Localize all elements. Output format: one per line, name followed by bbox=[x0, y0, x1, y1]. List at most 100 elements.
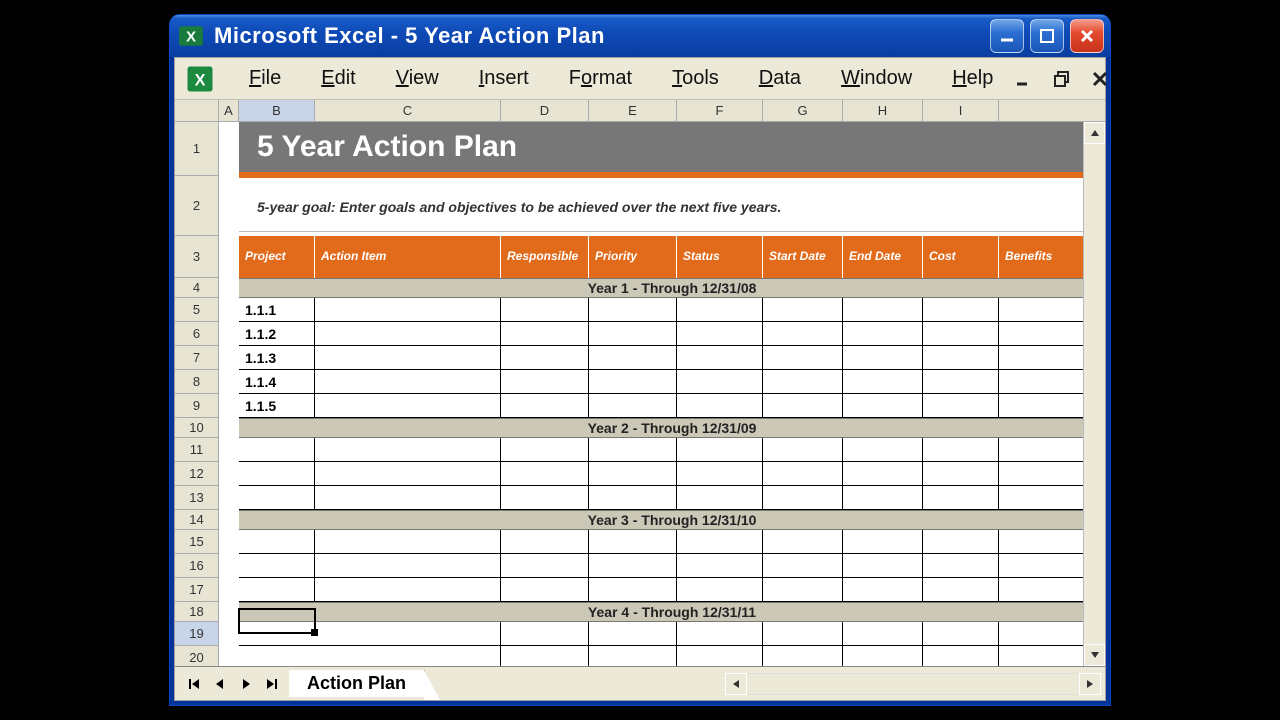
row-header[interactable]: 18 bbox=[175, 602, 218, 622]
row-header[interactable]: 12 bbox=[175, 462, 218, 486]
tab-nav-prev-button[interactable] bbox=[207, 671, 233, 697]
scroll-track[interactable] bbox=[747, 673, 1079, 695]
row-header[interactable]: 7 bbox=[175, 346, 218, 370]
row-header[interactable]: 17 bbox=[175, 578, 218, 602]
workspace: X File Edit View Insert Format Tools Dat… bbox=[174, 57, 1106, 701]
col-header-F[interactable]: F bbox=[677, 100, 763, 121]
minimize-button[interactable] bbox=[990, 19, 1024, 53]
menu-data[interactable]: Data bbox=[739, 63, 821, 94]
hdr-status: Status bbox=[677, 236, 763, 278]
tab-nav-first-button[interactable] bbox=[181, 671, 207, 697]
maximize-button[interactable] bbox=[1030, 19, 1064, 53]
col-header-A[interactable]: A bbox=[219, 100, 239, 121]
table-row: 1.1.2 bbox=[239, 322, 1105, 346]
row-header[interactable]: 2 bbox=[175, 176, 218, 236]
row-header[interactable]: 14 bbox=[175, 510, 218, 530]
col-header-D[interactable]: D bbox=[501, 100, 589, 121]
scroll-down-button[interactable] bbox=[1084, 644, 1105, 666]
menu-view[interactable]: View bbox=[376, 63, 459, 94]
app-window: X Microsoft Excel - 5 Year Action Plan X… bbox=[170, 15, 1110, 705]
mdi-close-button[interactable] bbox=[1089, 68, 1111, 90]
close-button[interactable] bbox=[1070, 19, 1104, 53]
hdr-priority: Priority bbox=[589, 236, 677, 278]
table-row bbox=[239, 486, 1105, 510]
row-header[interactable]: 20 bbox=[175, 646, 218, 666]
vertical-scrollbar[interactable] bbox=[1083, 122, 1105, 666]
horizontal-scrollbar[interactable] bbox=[725, 673, 1105, 695]
table-row: 1.1.1 bbox=[239, 298, 1105, 322]
col-header-E[interactable]: E bbox=[589, 100, 677, 121]
menubar: X File Edit View Insert Format Tools Dat… bbox=[175, 58, 1105, 100]
scroll-up-button[interactable] bbox=[1084, 122, 1105, 144]
menu-insert[interactable]: Insert bbox=[459, 63, 549, 94]
scroll-left-button[interactable] bbox=[725, 673, 747, 695]
svg-text:X: X bbox=[195, 71, 206, 89]
table-row bbox=[239, 530, 1105, 554]
menu-file[interactable]: File bbox=[229, 63, 301, 94]
table-row bbox=[239, 438, 1105, 462]
year-3-header: Year 3 - Through 12/31/10 bbox=[239, 510, 1105, 530]
col-header-C[interactable]: C bbox=[315, 100, 501, 121]
row-header[interactable]: 9 bbox=[175, 394, 218, 418]
hdr-project: Project bbox=[239, 236, 315, 278]
table-row: 1.1.5 bbox=[239, 394, 1105, 418]
row-header[interactable]: 10 bbox=[175, 418, 218, 438]
row-header[interactable]: 19 bbox=[175, 622, 218, 646]
svg-text:X: X bbox=[186, 28, 196, 45]
select-all-cell[interactable] bbox=[175, 100, 219, 121]
cells-area[interactable]: 5 Year Action Plan 5-year goal: Enter go… bbox=[219, 122, 1105, 666]
mdi-restore-button[interactable] bbox=[1051, 68, 1073, 90]
row-header[interactable]: 4 bbox=[175, 278, 218, 298]
titlebar: X Microsoft Excel - 5 Year Action Plan bbox=[170, 15, 1110, 57]
row-header[interactable]: 13 bbox=[175, 486, 218, 510]
table-headers: Project Action Item Responsible Priority… bbox=[239, 236, 1105, 278]
hdr-start-date: Start Date bbox=[763, 236, 843, 278]
year-4-header: Year 4 - Through 12/31/11 bbox=[239, 602, 1105, 622]
row-headers: 1 2 3 4 5 6 7 8 9 10 11 12 13 14 15 16 1 bbox=[175, 122, 219, 666]
year-1-header: Year 1 - Through 12/31/08 bbox=[239, 278, 1105, 298]
hdr-responsible: Responsible bbox=[501, 236, 589, 278]
column-headers: A B C D E F G H I bbox=[175, 100, 1105, 122]
row-header[interactable]: 16 bbox=[175, 554, 218, 578]
table-row: 1.1.4 bbox=[239, 370, 1105, 394]
mdi-minimize-button[interactable] bbox=[1013, 68, 1035, 90]
menu-help[interactable]: Help bbox=[932, 63, 1013, 94]
row-header[interactable]: 6 bbox=[175, 322, 218, 346]
year-2-header: Year 2 - Through 12/31/09 bbox=[239, 418, 1105, 438]
col-header-I[interactable]: I bbox=[923, 100, 999, 121]
table-row bbox=[239, 462, 1105, 486]
excel-app-icon: X bbox=[178, 23, 204, 49]
menu-format[interactable]: Format bbox=[549, 63, 652, 94]
document-icon: X bbox=[185, 64, 215, 94]
window-title: Microsoft Excel - 5 Year Action Plan bbox=[214, 23, 605, 49]
table-row: 1.1.3 bbox=[239, 346, 1105, 370]
sheet-tab-active[interactable]: Action Plan bbox=[289, 670, 425, 697]
tab-nav-last-button[interactable] bbox=[259, 671, 285, 697]
row-header[interactable]: 15 bbox=[175, 530, 218, 554]
row-header[interactable]: 3 bbox=[175, 236, 218, 278]
table-row bbox=[239, 554, 1105, 578]
row-header[interactable]: 11 bbox=[175, 438, 218, 462]
table-row bbox=[239, 578, 1105, 602]
goal-text: 5-year goal: Enter goals and objectives … bbox=[239, 182, 1105, 232]
sheet-tab-bar: Action Plan bbox=[175, 666, 1105, 700]
menu-window[interactable]: Window bbox=[821, 63, 932, 94]
col-header-G[interactable]: G bbox=[763, 100, 843, 121]
tab-nav-next-button[interactable] bbox=[233, 671, 259, 697]
hdr-benefits: Benefits bbox=[999, 236, 1071, 278]
table-row bbox=[239, 646, 1105, 666]
sheet-title: 5 Year Action Plan bbox=[239, 122, 1105, 172]
scroll-right-button[interactable] bbox=[1079, 673, 1101, 695]
hdr-cost: Cost bbox=[923, 236, 999, 278]
row-header[interactable]: 8 bbox=[175, 370, 218, 394]
menu-edit[interactable]: Edit bbox=[301, 63, 375, 94]
accent-bar bbox=[239, 172, 1105, 178]
hdr-action-item: Action Item bbox=[315, 236, 501, 278]
menu-tools[interactable]: Tools bbox=[652, 63, 739, 94]
worksheet-grid[interactable]: A B C D E F G H I 1 2 3 4 5 6 7 bbox=[175, 100, 1105, 666]
col-header-H[interactable]: H bbox=[843, 100, 923, 121]
row-header[interactable]: 1 bbox=[175, 122, 218, 176]
hdr-end-date: End Date bbox=[843, 236, 923, 278]
col-header-B[interactable]: B bbox=[239, 100, 315, 121]
row-header[interactable]: 5 bbox=[175, 298, 218, 322]
